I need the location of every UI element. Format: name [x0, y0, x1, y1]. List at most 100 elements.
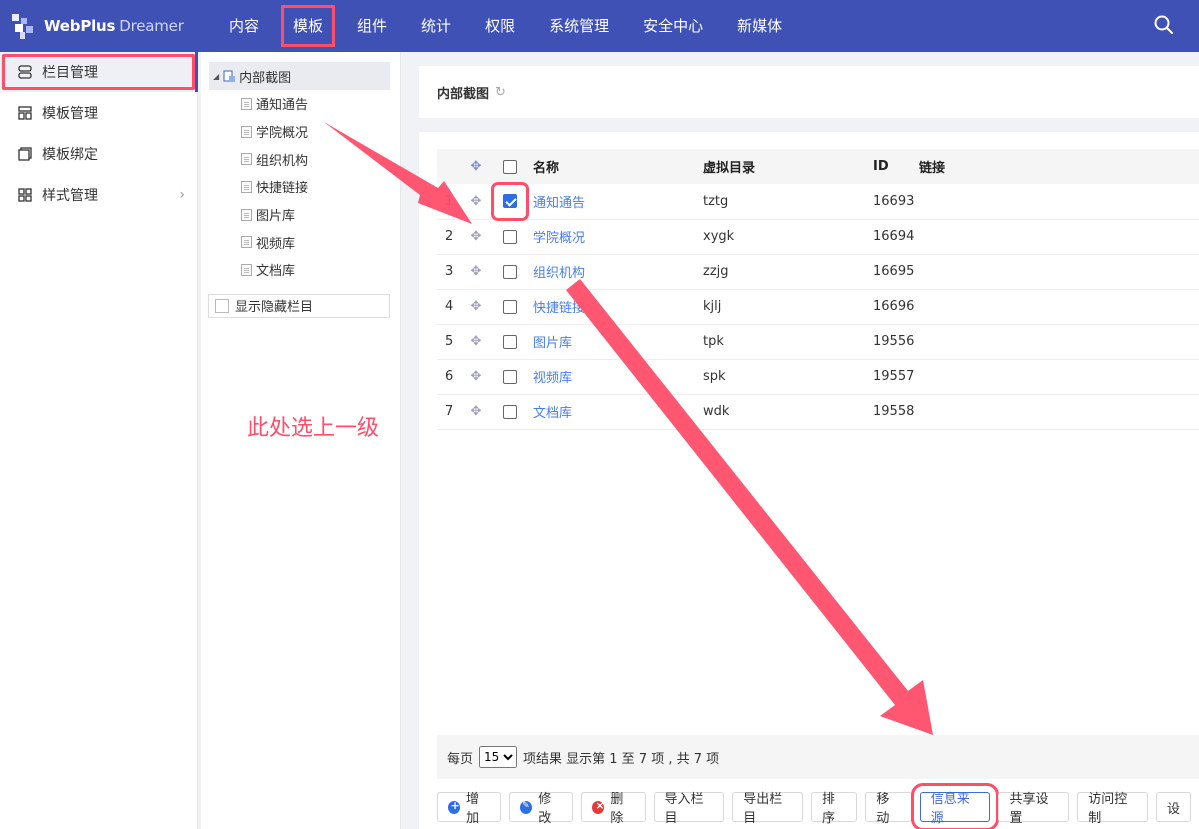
- header-id[interactable]: ID: [873, 149, 919, 184]
- delete-button[interactable]: 删除: [581, 792, 646, 826]
- sidebar-item-style-manage[interactable]: 样式管理 ›: [0, 175, 197, 215]
- row-link: [919, 254, 1199, 289]
- row-dir: xygk: [703, 229, 735, 244]
- row-index: 4: [445, 299, 454, 314]
- drag-handle-icon[interactable]: ✥: [471, 299, 482, 314]
- select-all-checkbox[interactable]: [503, 159, 517, 174]
- drag-handle-icon[interactable]: ✥: [471, 194, 482, 209]
- drag-handle-icon[interactable]: ✥: [471, 369, 482, 384]
- table-row[interactable]: 1 ✥ 通知通告 tztg 16693: [437, 181, 1199, 221]
- nav-item-component[interactable]: 组件: [340, 0, 404, 52]
- row-name-link[interactable]: 学院概况: [533, 219, 703, 254]
- row-id: 19558: [873, 404, 915, 419]
- header-dir[interactable]: 虚拟目录: [703, 149, 873, 184]
- table-row[interactable]: 4 ✥ 快捷链接 kjlj 16696: [437, 289, 1199, 324]
- tree-node[interactable]: 图片库: [201, 201, 400, 229]
- move-button[interactable]: 移动: [865, 792, 912, 826]
- show-hidden-label: 显示隐藏栏目: [235, 300, 314, 316]
- row-checkbox[interactable]: [503, 369, 517, 384]
- table-row[interactable]: 6 ✥ 视频库 spk 19557: [437, 359, 1199, 394]
- expand-triangle-icon[interactable]: ◢: [213, 72, 219, 81]
- row-checkbox[interactable]: [503, 334, 517, 349]
- row-name-link[interactable]: 组织机构: [533, 254, 703, 289]
- row-name-link[interactable]: 通知通告: [533, 184, 703, 219]
- tree-node-label: 图片库: [256, 209, 296, 225]
- row-checkbox[interactable]: [503, 404, 517, 419]
- row-name-link[interactable]: 视频库: [533, 359, 703, 394]
- tree-node[interactable]: 快捷链接: [201, 173, 400, 201]
- button-label: 修改: [538, 792, 552, 826]
- logo-text: WebPlus Dreamer: [44, 17, 184, 35]
- document-icon: [241, 236, 252, 249]
- tree-root-node[interactable]: ◢ 内部截图: [209, 62, 390, 90]
- nav-item-permission[interactable]: 权限: [468, 0, 532, 52]
- export-column-button[interactable]: 导出栏目: [732, 792, 803, 826]
- sidebar-item-column-manage[interactable]: 栏目管理: [0, 52, 197, 92]
- row-link: [919, 394, 1199, 429]
- table-row[interactable]: 3 ✥ 组织机构 zzjg 16695: [437, 254, 1199, 289]
- add-button[interactable]: 增加: [437, 792, 502, 826]
- drag-handle-icon[interactable]: ✥: [471, 264, 482, 279]
- tree-node[interactable]: 学院概况: [201, 118, 400, 146]
- nav-item-template[interactable]: 模板: [276, 0, 340, 52]
- refresh-icon[interactable]: ↻: [495, 85, 506, 100]
- style-icon: [18, 188, 32, 202]
- row-name-link[interactable]: 图片库: [533, 324, 703, 359]
- show-hidden-columns[interactable]: 显示隐藏栏目: [208, 293, 390, 318]
- table-row[interactable]: 7 ✥ 文档库 wdk 19558: [437, 394, 1199, 429]
- row-link: [919, 184, 1199, 219]
- import-column-button[interactable]: 导入栏目: [653, 792, 725, 826]
- drag-handle-icon[interactable]: ✥: [471, 404, 482, 419]
- tree-node[interactable]: 视频库: [201, 228, 400, 256]
- row-index: 5: [445, 334, 454, 349]
- tree-node-label: 快捷链接: [256, 181, 309, 197]
- table-row[interactable]: 5 ✥ 图片库 tpk 19556: [437, 324, 1199, 359]
- edit-button[interactable]: 修改: [509, 792, 574, 826]
- column-table: ✥ 名称 虚拟目录 ID 链接 1 ✥ 通知通告 tztg 16693 2 ✥ …: [437, 149, 1199, 430]
- logo-sub: Dreamer: [119, 17, 184, 35]
- search-icon[interactable]: [1153, 14, 1175, 36]
- page-title-panel: 内部截图 ↻: [419, 66, 1199, 118]
- tree-node[interactable]: 通知通告: [201, 90, 400, 118]
- nav-item-stats[interactable]: 统计: [404, 0, 468, 52]
- nav-item-system[interactable]: 系统管理: [532, 0, 626, 52]
- nav-item-security[interactable]: 安全中心: [626, 0, 720, 52]
- sidebar-item-label: 模板绑定: [42, 147, 98, 163]
- row-checkbox[interactable]: [503, 299, 517, 314]
- row-id: 16695: [873, 264, 915, 279]
- info-source-button[interactable]: 信息来源: [910, 783, 1000, 829]
- nav-item-new-media[interactable]: 新媒体: [720, 0, 799, 52]
- tree-node[interactable]: 文档库: [201, 256, 400, 284]
- tree-node[interactable]: 组织机构: [201, 145, 400, 173]
- logo-main: WebPlus: [44, 17, 116, 35]
- header-name[interactable]: 名称: [533, 149, 703, 184]
- drag-handle-icon[interactable]: ✥: [471, 229, 482, 244]
- delete-icon: [592, 799, 605, 814]
- row-name-link[interactable]: 文档库: [533, 394, 703, 429]
- row-checkbox[interactable]: [503, 229, 517, 244]
- sidebar-item-label: 样式管理: [42, 188, 98, 204]
- button-label: 删除: [610, 792, 624, 826]
- header-link[interactable]: 链接: [919, 149, 1199, 184]
- row-link: [919, 324, 1199, 359]
- row-id: 16696: [873, 299, 915, 314]
- per-page-select[interactable]: 15: [479, 746, 518, 768]
- logo[interactable]: WebPlus Dreamer: [0, 0, 200, 52]
- tree-node-label: 文档库: [256, 264, 296, 280]
- row-checkbox[interactable]: [503, 264, 517, 279]
- settings-button[interactable]: 设: [1155, 792, 1191, 822]
- drag-handle-icon[interactable]: ✥: [471, 334, 482, 349]
- sidebar-item-template-bind[interactable]: 模板绑定: [0, 134, 197, 174]
- nav-item-content[interactable]: 内容: [212, 0, 276, 52]
- share-settings-button[interactable]: 共享设置: [998, 792, 1070, 826]
- row-checkbox[interactable]: [503, 194, 517, 209]
- sidebar-item-template-manage[interactable]: 模板管理: [0, 93, 197, 133]
- annotation-text: 此处选上一级: [247, 416, 380, 441]
- table-row[interactable]: 2 ✥ 学院概况 xygk 16694: [437, 219, 1199, 254]
- row-dir: tztg: [703, 193, 729, 209]
- show-hidden-checkbox[interactable]: [215, 298, 229, 313]
- checkbox-highlight: [491, 181, 529, 221]
- sort-button[interactable]: 排序: [810, 792, 858, 826]
- access-control-button[interactable]: 访问控制: [1077, 792, 1148, 826]
- row-name-link[interactable]: 快捷链接: [533, 289, 703, 324]
